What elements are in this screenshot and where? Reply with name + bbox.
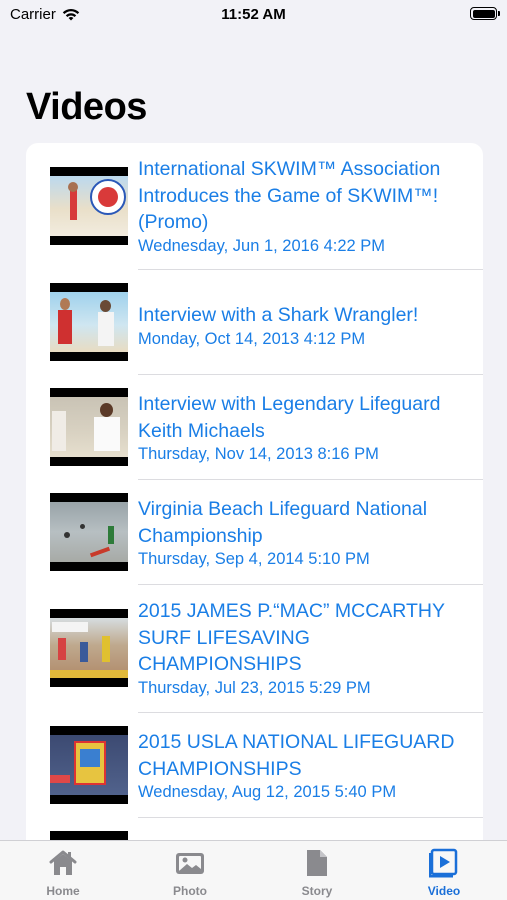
tab-label: Photo: [173, 884, 207, 898]
tab-bar: Home Photo Story Video: [0, 840, 507, 900]
tab-home[interactable]: Home: [0, 841, 126, 900]
tab-label: Video: [427, 884, 461, 898]
video-row[interactable]: Interview with Legendary Lifeguard Keith…: [26, 375, 483, 480]
video-date: Thursday, Sep 4, 2014 5:10 PM: [138, 550, 370, 568]
video-thumbnail: [50, 167, 128, 245]
video-thumbnail: [50, 493, 128, 571]
video-date: Wednesday, Jun 1, 2016 4:22 PM: [138, 236, 386, 255]
video-title: Interview with a Shark Wrangler!: [138, 304, 419, 326]
photo-icon: [176, 853, 204, 874]
page-title: Videos: [26, 86, 147, 128]
video-title: 2015 JAMES P.“MAC” MCCARTHY SURF LIFESAV…: [138, 600, 445, 675]
video-title: 2015 USLA NATIONAL LIFEGUARD CHAMPIONSHI…: [138, 731, 455, 780]
video-date: Thursday, Jul 23, 2015 5:29 PM: [138, 678, 371, 697]
video-title: Interview with Legendary Lifeguard Keith…: [138, 393, 441, 442]
video-thumbnail: [50, 388, 128, 466]
status-bar: Carrier 11:52 AM: [0, 0, 507, 30]
status-time: 11:52 AM: [221, 6, 286, 23]
video-row[interactable]: 2015 JAMES P.“MAC” MCCARTHY SURF LIFESAV…: [26, 585, 483, 713]
video-title: International SKWIM™ Association Introdu…: [138, 158, 441, 233]
story-icon: [307, 850, 327, 876]
video-row[interactable]: 2015 USLA NATIONAL LIFEGUARD CHAMPIONSHI…: [26, 713, 483, 818]
video-list: International SKWIM™ Association Introdu…: [26, 143, 483, 900]
tab-label: Story: [301, 884, 333, 898]
tab-story[interactable]: Story: [254, 841, 380, 900]
video-date: Monday, Oct 14, 2013 4:12 PM: [138, 329, 366, 348]
video-date: Thursday, Nov 14, 2013 8:16 PM: [138, 445, 379, 463]
video-row[interactable]: Interview with a Shark Wrangler! Monday,…: [26, 270, 483, 375]
tab-video[interactable]: Video: [381, 841, 507, 900]
tab-label: Home: [46, 884, 80, 898]
tab-photo[interactable]: Photo: [127, 841, 253, 900]
video-row[interactable]: International SKWIM™ Association Introdu…: [26, 143, 483, 270]
home-icon: [49, 850, 77, 875]
video-thumbnail: [50, 726, 128, 804]
video-title: Virginia Beach Lifeguard National Champi…: [138, 498, 428, 547]
video-date: Wednesday, Aug 12, 2015 5:40 PM: [138, 783, 397, 801]
video-thumbnail: [50, 609, 128, 687]
video-icon: [429, 848, 458, 878]
battery-icon: [470, 7, 500, 20]
video-row[interactable]: Virginia Beach Lifeguard National Champi…: [26, 480, 483, 585]
video-thumbnail: [50, 283, 128, 361]
